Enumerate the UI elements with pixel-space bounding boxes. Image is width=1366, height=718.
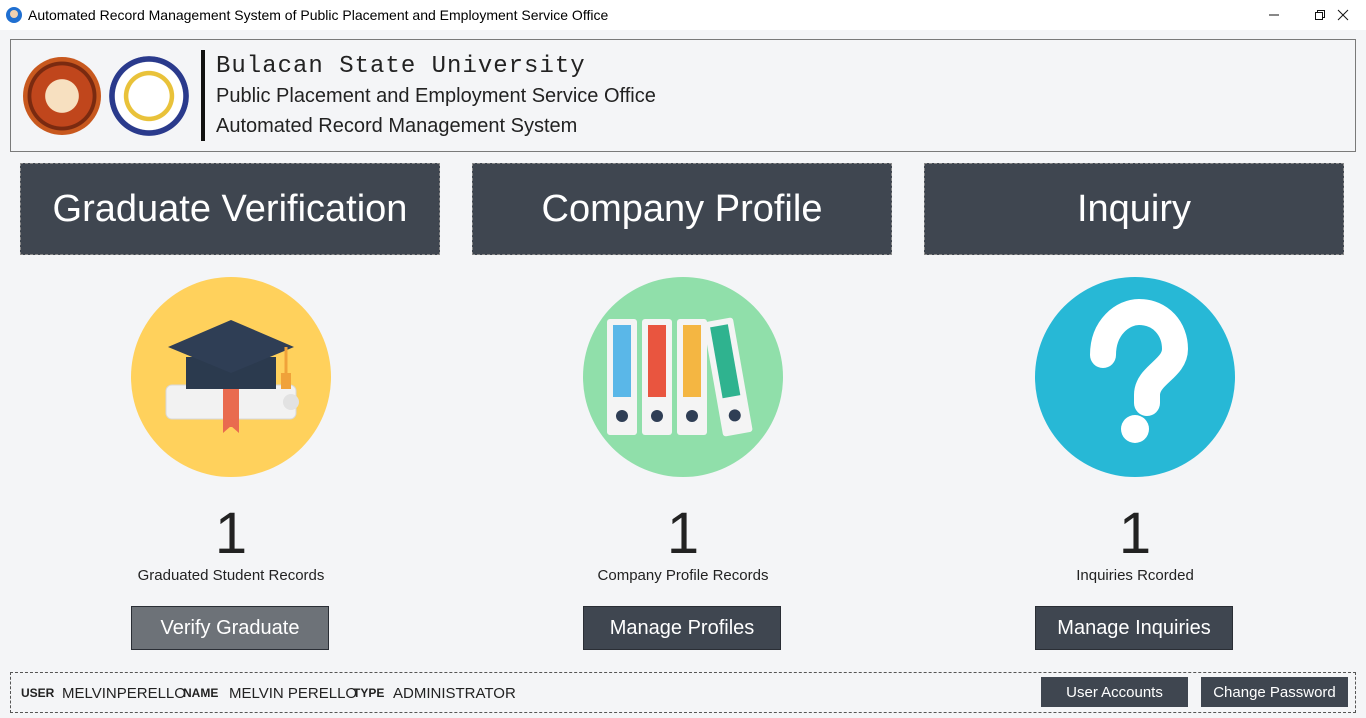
status-footer: USER MELVINPERELLO NAME MELVIN PERELLO T… (10, 672, 1356, 713)
user-accounts-button[interactable]: User Accounts (1041, 677, 1188, 707)
inquiry-count: 1 (1118, 501, 1152, 566)
user-label: USER (21, 686, 55, 700)
graduation-cap-icon (131, 277, 331, 477)
office-name: Public Placement and Employment Service … (216, 85, 656, 107)
graduate-count: 1 (214, 501, 248, 566)
verify-graduate-button[interactable]: Verify Graduate (131, 606, 329, 650)
company-count: 1 (666, 501, 700, 566)
user-value: MELVINPERELLO (62, 685, 186, 702)
bulsu-logo (23, 57, 101, 135)
type-label: TYPE (353, 686, 385, 700)
name-label: NAME (183, 686, 219, 700)
peso-logo (109, 56, 189, 136)
close-button[interactable] (1320, 0, 1366, 30)
type-value: ADMINISTRATOR (393, 685, 516, 702)
company-caption: Company Profile Records (597, 567, 769, 584)
manage-profiles-button[interactable]: Manage Profiles (583, 606, 781, 650)
inquiry-title: Inquiry (924, 163, 1344, 255)
close-icon (1337, 9, 1349, 21)
header-banner: Bulacan State University Public Placemen… (10, 39, 1356, 152)
graduate-caption: Graduated Student Records (137, 567, 325, 584)
inquiry-caption: Inquiries Rcorded (1076, 567, 1194, 584)
university-name: Bulacan State University (216, 53, 586, 80)
company-profile-title: Company Profile (472, 163, 892, 255)
manage-inquiries-button[interactable]: Manage Inquiries (1035, 606, 1233, 650)
change-password-button[interactable]: Change Password (1201, 677, 1348, 707)
system-name: Automated Record Management System (216, 115, 578, 137)
header-divider (201, 50, 205, 141)
window-title: Automated Record Management System of Pu… (28, 7, 609, 23)
window-title-bar: Automated Record Management System of Pu… (0, 0, 1366, 30)
graduate-verification-title: Graduate Verification (20, 163, 440, 255)
app-icon (6, 7, 22, 23)
name-value: MELVIN PERELLO (229, 685, 358, 702)
binders-icon (583, 277, 783, 477)
question-mark-icon (1035, 277, 1235, 477)
